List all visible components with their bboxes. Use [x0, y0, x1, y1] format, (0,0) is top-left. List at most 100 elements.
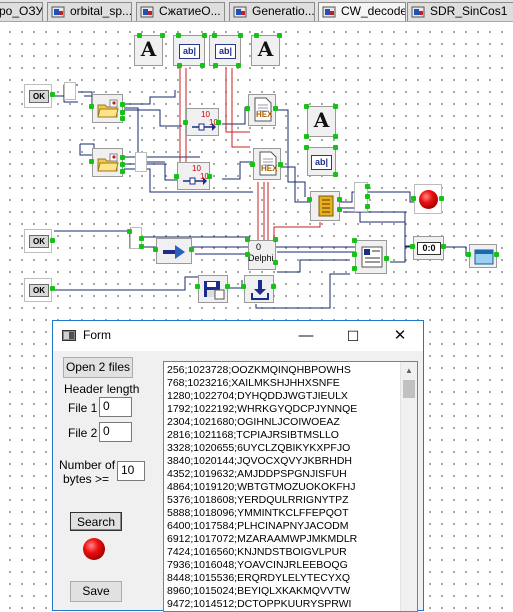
memory-component[interactable] [310, 191, 340, 221]
hub-component[interactable] [135, 152, 147, 172]
pin [333, 134, 338, 139]
pin [277, 33, 282, 38]
scroll-thumb[interactable] [403, 380, 415, 398]
scroll-up-arrow-icon[interactable]: ▲ [401, 362, 417, 379]
memory-chip-icon [318, 195, 334, 217]
num-bytes-label: Number of [59, 458, 116, 472]
list-icon [361, 246, 383, 268]
edit-component[interactable]: ab| [307, 147, 336, 176]
label-component[interactable]: A [134, 35, 163, 66]
arrow-right-icon [163, 245, 185, 259]
hex-file-component[interactable]: HEX [248, 94, 276, 126]
file1-header-input[interactable]: 0 [99, 397, 132, 417]
close-button[interactable]: ✕ [377, 321, 423, 351]
memo-line: 1280;1022704;DYHQDDJWGTJIEULX [167, 390, 348, 402]
pin [225, 284, 230, 289]
search-button[interactable]: Search [70, 512, 122, 531]
tab-ram[interactable]: ро_ОЗУ [0, 2, 43, 21]
project-icon [51, 6, 65, 18]
memo-line: 7936;1016048;YOAVCINJRLEEBOQG [167, 559, 348, 571]
label-component[interactable]: A [307, 106, 336, 137]
memo-line: 768;1023216;XAILMKSHJHHXSNFE [167, 377, 340, 389]
edit-component[interactable]: ab| [209, 35, 241, 66]
pin [139, 236, 144, 241]
pin [153, 247, 158, 252]
pin [304, 145, 309, 150]
project-tab-bar: ро_ОЗУ orbital_sp... СжатиеО... Generati… [0, 0, 513, 22]
results-memo[interactable]: 256;1023728;OOZKMQINQHBPOWHS 768;1023216;… [163, 361, 418, 612]
tab-orbital[interactable]: orbital_sp... [47, 2, 132, 21]
hex-file-component[interactable]: HEX [253, 148, 281, 180]
memo-line: 8960;1015024;BEYIQLXKAKMQVVTW [167, 585, 351, 597]
send-component[interactable] [156, 238, 192, 264]
memo-line: 8448;1015536;ERQRDYLELYTECYXQ [167, 572, 351, 584]
pin [494, 252, 499, 257]
project-icon [411, 6, 425, 18]
pin [278, 162, 283, 167]
led-component[interactable] [414, 184, 442, 214]
hub-component[interactable] [64, 82, 76, 100]
vertical-scrollbar[interactable]: ▲ [400, 362, 417, 611]
pin [176, 33, 181, 38]
num-bytes-input[interactable]: 10 [117, 461, 145, 481]
counter-component[interactable]: 10 10 [186, 108, 219, 136]
pin [120, 162, 125, 167]
pin [241, 284, 246, 289]
pin [411, 196, 416, 201]
red-led-icon [419, 190, 438, 209]
tab-compression[interactable]: СжатиеО... [136, 2, 225, 21]
pin [120, 102, 125, 107]
save-button[interactable]: Save [70, 581, 122, 602]
open-dialog-component[interactable] [92, 94, 123, 123]
label-component[interactable]: A [251, 35, 280, 66]
project-icon [233, 6, 247, 18]
window-titlebar[interactable]: Form — ☐ ✕ [53, 321, 423, 351]
tab-cw-decoder[interactable]: CW_decoder [318, 2, 406, 21]
pin [271, 284, 276, 289]
tab-sdr-sincos[interactable]: SDR_SinCos1 [407, 2, 513, 21]
pin [160, 33, 165, 38]
pin [273, 237, 278, 242]
edit-component[interactable]: ab| [173, 35, 205, 66]
save-file-component[interactable] [244, 275, 274, 303]
file1-label: File 1 [68, 401, 98, 415]
results-lines: 256;1023728;OOZKMQINQHBPOWHS 768;1023216;… [167, 364, 357, 611]
pin [441, 244, 446, 249]
form-component[interactable] [469, 244, 497, 268]
pin [245, 237, 250, 242]
memo-line: 4864;1019120;WBTGTMOZUOKOKFHJ [167, 481, 356, 493]
open-dialog-component[interactable] [92, 148, 123, 177]
pin [212, 33, 217, 38]
ok-button-component[interactable]: OK [24, 84, 52, 108]
save-dialog-component[interactable] [198, 275, 228, 303]
project-icon [322, 6, 336, 18]
header-length-label: Header length [64, 382, 140, 396]
pin [352, 266, 357, 271]
open-files-button[interactable]: Open 2 files [63, 357, 133, 378]
counter-component[interactable]: 10 10 [177, 162, 210, 190]
pin [254, 33, 259, 38]
tab-generation[interactable]: Generatio... [229, 2, 315, 21]
download-icon [251, 280, 269, 300]
window-title: Form [83, 328, 111, 342]
minimize-button[interactable]: — [283, 321, 329, 351]
ok-button-component[interactable]: OK [24, 229, 52, 253]
pin [352, 252, 357, 257]
ok-button-component[interactable]: OK [24, 278, 52, 302]
pin [195, 284, 200, 289]
app-icon [62, 330, 76, 341]
maximize-button[interactable]: ☐ [330, 321, 376, 351]
delphi-component[interactable]: 0 Delphi [248, 240, 276, 270]
pin [365, 204, 370, 209]
memo-line: 9472;1014512;DCTOPPKUURYSPRWI [167, 598, 352, 610]
open-folder-icon [97, 99, 119, 118]
memo-line: 1792;1022192;WHRKGYQDCPJYNNQE [167, 403, 358, 415]
timer-component[interactable]: 0:0 [413, 236, 444, 260]
window-icon [474, 249, 494, 265]
pin [273, 106, 278, 111]
memo-line: 3840;1020144;JQVOCXQVYJKBRHDH [167, 455, 353, 467]
listing-component[interactable] [355, 240, 387, 274]
pin [337, 207, 342, 212]
file2-label: File 2 [68, 426, 98, 440]
file2-header-input[interactable]: 0 [99, 422, 132, 442]
